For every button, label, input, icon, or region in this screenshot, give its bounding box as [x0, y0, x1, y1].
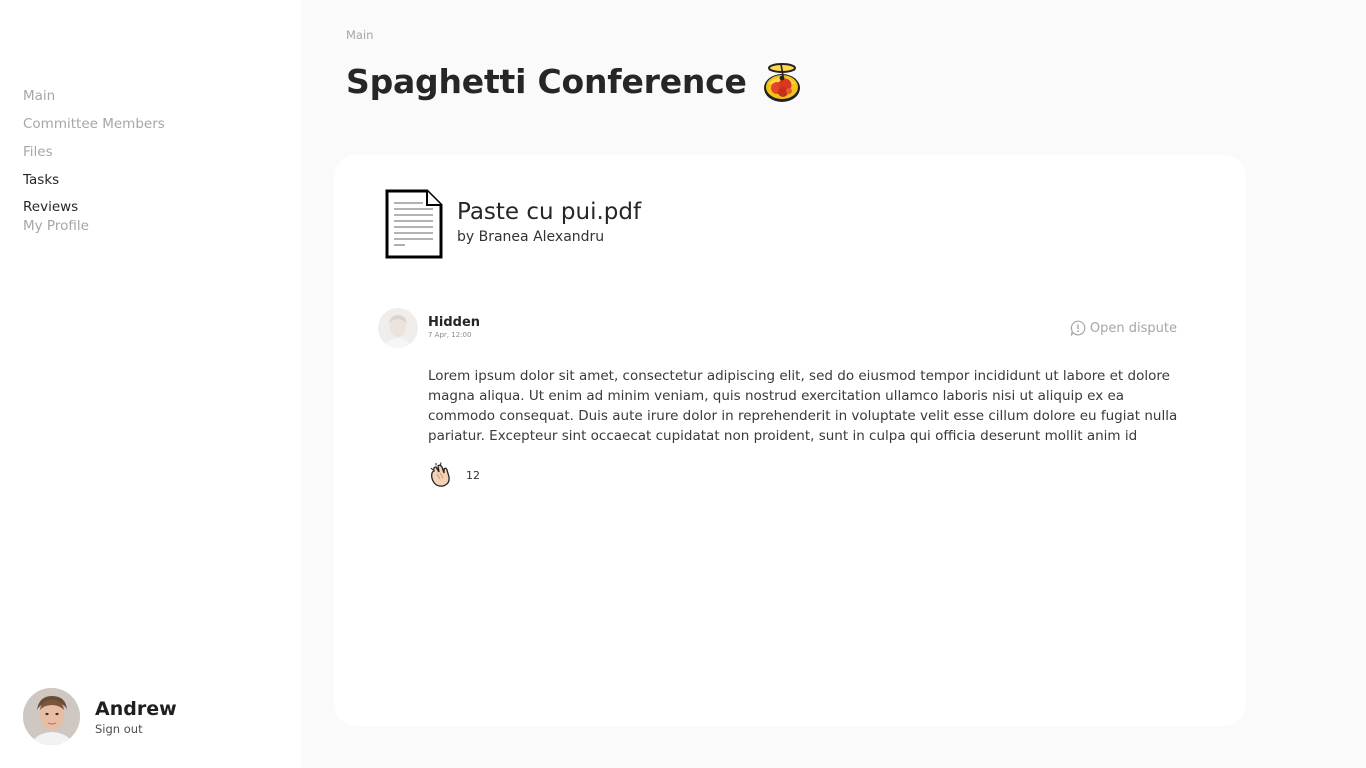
- reviewer-info: Hidden 7 Apr, 12:00: [428, 314, 480, 340]
- sidebar-item-tasks[interactable]: Tasks: [23, 166, 165, 194]
- page-header: Spaghetti Conference: [346, 60, 803, 104]
- alert-bubble-icon: [1070, 320, 1086, 336]
- clap-button[interactable]: 12: [428, 462, 1178, 488]
- sidebar-item-committee-members[interactable]: Committee Members: [23, 110, 165, 138]
- review: Hidden 7 Apr, 12:00 Open dispute Lorem i…: [378, 308, 1178, 488]
- clapping-hands-icon: [430, 462, 450, 487]
- file-name[interactable]: Paste cu pui.pdf: [457, 197, 641, 227]
- document-icon[interactable]: [385, 189, 443, 259]
- app: Main Committee Members Files Tasks Revie…: [0, 0, 1366, 768]
- reviewer-name: Hidden: [428, 315, 481, 330]
- page-title: Spaghetti Conference: [346, 62, 747, 101]
- clap-count: 12: [466, 468, 480, 482]
- user-panel: Andrew Sign out: [23, 688, 177, 745]
- review-header: Hidden 7 Apr, 12:00 Open dispute: [378, 308, 1178, 348]
- reviewer-avatar: [378, 308, 418, 348]
- sidebar-item-reviews[interactable]: Reviews: [23, 198, 165, 217]
- user-info: Andrew Sign out: [95, 697, 177, 737]
- sidebar-item-files[interactable]: Files: [23, 138, 165, 166]
- sign-out-link[interactable]: Sign out: [95, 721, 177, 737]
- avatar[interactable]: [23, 688, 80, 745]
- sidebar: Main Committee Members Files Tasks Revie…: [0, 0, 301, 768]
- spaghetti-emoji-icon: [763, 63, 800, 102]
- sidebar-item-main[interactable]: Main: [23, 82, 165, 110]
- review-card: Paste cu pui.pdf by Branea Alexandru Hid…: [334, 155, 1246, 726]
- open-dispute-button[interactable]: Open dispute: [1070, 320, 1177, 336]
- open-dispute-label: Open dispute: [1089, 320, 1177, 336]
- person-avatar-icon: [23, 688, 80, 745]
- review-date: 7 Apr, 12:00: [428, 331, 472, 339]
- file-author: by Branea Alexandru: [457, 229, 605, 245]
- sidebar-item-my-profile[interactable]: My Profile: [23, 217, 165, 236]
- file-header: Paste cu pui.pdf by Branea Alexandru: [385, 189, 641, 259]
- person-avatar-icon: [378, 308, 418, 348]
- file-meta: Paste cu pui.pdf by Branea Alexandru: [457, 197, 641, 259]
- user-name: Andrew: [95, 697, 177, 720]
- breadcrumb[interactable]: Main: [346, 28, 373, 42]
- sidebar-nav: Main Committee Members Files Tasks Revie…: [23, 82, 165, 236]
- review-body: Lorem ipsum dolor sit amet, consectetur …: [428, 368, 1178, 444]
